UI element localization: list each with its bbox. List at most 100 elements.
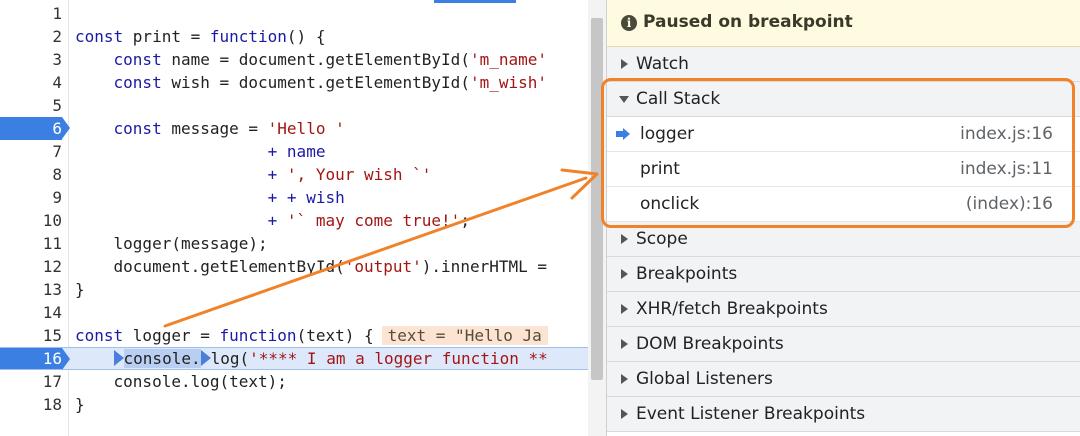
code-line[interactable]: 12 document.getElementById('output').inn… [0,255,588,278]
line-number[interactable]: 8 [0,163,62,186]
chevron-right-icon [621,409,628,419]
frame-location[interactable]: index.js:16 [960,124,1053,144]
section-label: XHR/fetch Breakpoints [636,299,828,319]
chevron-right-icon [621,339,628,349]
line-number[interactable]: 9 [0,186,62,209]
code-line[interactable]: 6 const message = 'Hello ' [0,117,588,140]
code-token: console. [123,349,201,368]
code-token: message = [171,119,268,138]
section-dom-breakpoints[interactable]: DOM Breakpoints [607,327,1080,362]
code-line[interactable]: 3 const name = document.getElementById('… [0,48,588,71]
line-number[interactable]: 18 [0,393,62,416]
code-text: + + wish [75,186,345,209]
chevron-right-icon [621,234,628,244]
call-frame-onclick[interactable]: onclick (index):16 [607,187,1080,222]
line-number[interactable]: 14 [0,301,62,324]
breakpoint-line-number[interactable]: 16 [0,348,70,370]
code-line[interactable]: 2 const print = function() { [0,25,588,48]
code-token: ).innerHTML = [421,257,548,276]
code-line[interactable]: 13} [0,278,588,301]
code-line[interactable]: 14 [0,301,588,324]
line-number[interactable]: 1 [0,2,62,25]
code-text: logger(message); [75,232,268,255]
section-xhr-fetch-breakpoints[interactable]: XHR/fetch Breakpoints [607,292,1080,327]
code-text: const logger = function(text) {text = "H… [75,324,548,347]
chevron-right-icon [621,304,628,314]
line-number[interactable]: 13 [0,278,62,301]
code-text: const message = 'Hello ' [75,117,345,140]
code-line[interactable]: 4 const wish = document.getElementById('… [0,71,588,94]
code-line[interactable]: 11 logger(message); [0,232,588,255]
code-token: 'Hello ' [267,119,345,138]
code-line[interactable]: 9 + + wish [0,186,588,209]
frame-name: print [640,159,680,179]
code-line[interactable]: 7 + name [0,140,588,163]
call-frame-logger[interactable]: logger index.js:16 [607,117,1080,152]
code-text: console. log('**** I am a logger function… [75,348,548,369]
frame-location[interactable]: (index):16 [966,194,1053,214]
section-breakpoints[interactable]: Breakpoints [607,257,1080,292]
line-number[interactable]: 4 [0,71,62,94]
scrollbar-thumb[interactable] [591,18,603,380]
section-watch[interactable]: Watch [607,47,1080,82]
line-number[interactable]: 3 [0,48,62,71]
paused-banner: i Paused on breakpoint [607,0,1080,47]
code-token: const [113,50,172,69]
current-frame-arrow-icon [616,128,630,140]
section-event-listener-breakpoints[interactable]: Event Listener Breakpoints [607,397,1080,432]
section-call-stack[interactable]: Call Stack [607,82,1080,117]
code-token: ', Your wish `' [286,165,432,184]
step-marker-icon[interactable] [200,350,211,366]
code-line[interactable]: 15 const logger = function(text) {text = … [0,324,588,347]
code-token: } [75,395,85,414]
code-text: + '` may come true!'; [75,209,470,232]
code-text: console.log(text); [75,370,287,393]
code-line[interactable]: 18} [0,393,588,416]
code-line[interactable]: 10 + '` may come true!'; [0,209,588,232]
code-text: const print = function() { [75,25,325,48]
code-token: 'm_name' [469,50,548,69]
code-token: function [209,27,287,46]
line-number[interactable]: 2 [0,25,62,48]
line-number[interactable]: 10 [0,209,62,232]
code-line[interactable]: 8 + ', Your wish `' [0,163,588,186]
line-number[interactable]: 12 [0,255,62,278]
section-label: Global Listeners [636,369,773,389]
call-frame-print[interactable]: print index.js:11 [607,152,1080,187]
code-token: 'm_wish' [469,73,548,92]
chevron-right-icon [621,269,628,279]
section-label: Breakpoints [636,264,738,284]
line-number[interactable]: 17 [0,370,62,393]
code-line[interactable]: 17 console.log(text); [0,370,588,393]
section-global-listeners[interactable]: Global Listeners [607,362,1080,397]
code-text: document.getElementById('output').innerH… [75,255,547,278]
code-token: const [113,73,172,92]
code-token: () { [286,27,326,46]
code-line[interactable]: 5 [0,94,588,117]
code-editor[interactable]: 1 2 const print = function() {3 const name… [0,0,588,436]
section-label: DOM Breakpoints [636,334,784,354]
code-token: '**** I am a logger function ** [249,349,548,368]
current-execution-line[interactable]: 16 console. log('**** I am a logger funct… [0,347,588,370]
breakpoint-line-number[interactable]: 6 [0,117,70,140]
inline-variable-value: text = "Hello Ja [381,326,548,345]
line-number[interactable]: 11 [0,232,62,255]
line-number[interactable]: 7 [0,140,62,163]
editor-scrollbar[interactable] [588,0,606,436]
code-line[interactable]: 1 [0,2,588,25]
section-scope[interactable]: Scope [607,222,1080,257]
line-number[interactable]: 5 [0,94,62,117]
debugger-sidebar: i Paused on breakpoint Watch Call Stack … [606,0,1080,436]
frame-name: onclick [640,194,700,214]
info-icon: i [621,15,637,31]
line-number[interactable]: 15 [0,324,62,347]
code-token: print = [132,27,210,46]
step-marker-icon[interactable] [113,350,124,366]
frame-location[interactable]: index.js:11 [960,159,1053,179]
code-token: 'output' [344,257,422,276]
